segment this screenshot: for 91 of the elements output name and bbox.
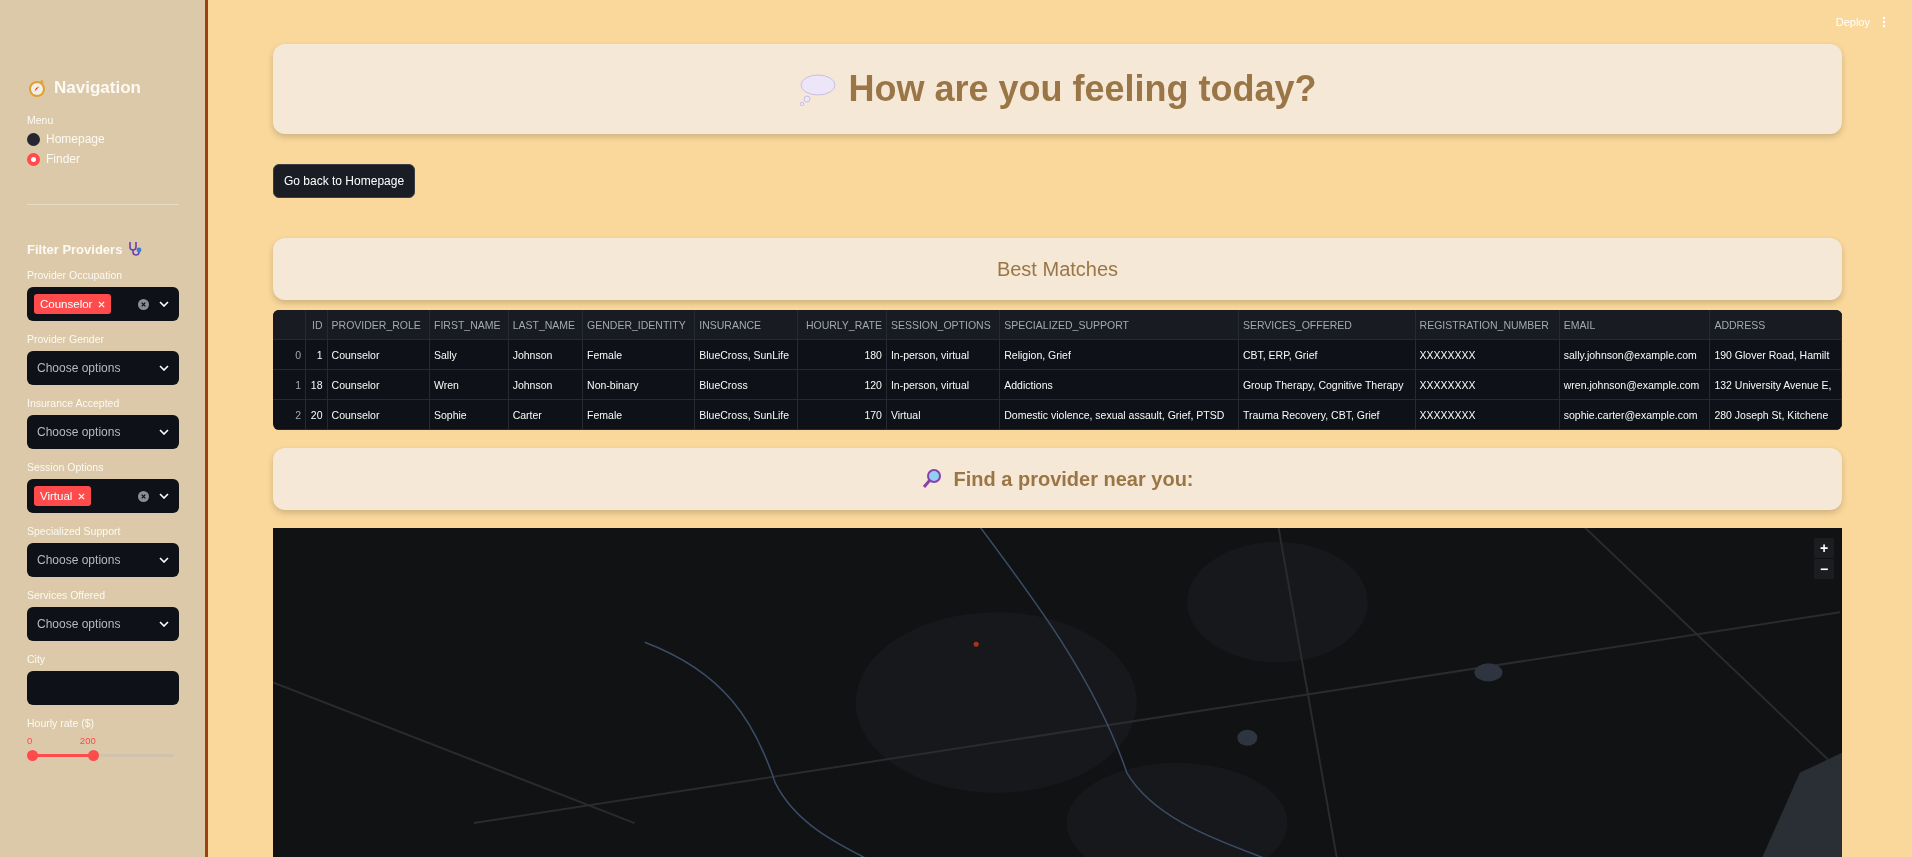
table-cell: Counselor — [331, 378, 380, 391]
table-cell: CBT, ERP, Grief — [1242, 348, 1318, 361]
field-label: City — [27, 653, 47, 665]
sidebar-title: Navigation — [54, 78, 141, 98]
row-index: 2 — [295, 408, 301, 421]
stethoscope-icon — [127, 241, 144, 257]
table-cell: Counselor — [331, 348, 380, 361]
table-cell: XXXXXXXX — [1419, 348, 1476, 361]
remove-icon[interactable] — [98, 300, 106, 308]
field-label: Insurance Accepted — [27, 397, 121, 409]
chevron-icon[interactable] — [159, 493, 169, 499]
field-label: Provider Gender — [27, 333, 106, 345]
table-cell: 20 — [310, 408, 323, 421]
chevron-icon[interactable] — [159, 429, 169, 435]
table-cell: Female — [587, 348, 623, 361]
row-index: 1 — [295, 378, 301, 391]
slider-thumb[interactable] — [87, 750, 99, 761]
section-title: Find a provider near you: — [953, 467, 1194, 491]
table-cell: In-person, virtual — [890, 378, 970, 391]
remove-icon[interactable] — [78, 492, 86, 500]
filter-title: Filter Providers — [27, 241, 123, 257]
zoom-in-button[interactable]: + — [1814, 538, 1834, 558]
row-index: 0 — [295, 348, 301, 361]
multiselect-field[interactable]: Choose options — [27, 351, 179, 385]
field-label: Provider Occupation — [27, 269, 124, 281]
slider-min-value: 0 — [27, 735, 33, 746]
table-cell: Virtual — [890, 408, 921, 421]
compass-icon — [27, 78, 47, 98]
multiselect-field[interactable]: Choose options — [27, 415, 179, 449]
table-cell: Carter — [512, 408, 542, 421]
table-cell: Female — [587, 408, 623, 421]
chevron-icon[interactable] — [159, 621, 169, 627]
field-label: Specialized Support — [27, 525, 122, 537]
table-cell: Group Therapy, Cognitive Therapy — [1242, 378, 1404, 391]
map[interactable]: + − — [273, 528, 1842, 857]
thought-bubble-icon — [798, 72, 839, 106]
section-title: Best Matches — [996, 257, 1119, 281]
table-cell: 280 Joseph St, Kitchene — [1714, 408, 1829, 421]
multiselect-field[interactable]: Choose options — [27, 543, 179, 577]
city-input-field[interactable] — [27, 671, 179, 705]
table-cell: 132 University Avenue E, — [1714, 378, 1832, 391]
table-cell: XXXXXXXX — [1419, 378, 1476, 391]
table-cell: Addictions — [1004, 378, 1053, 391]
table-cell: 190 Glover Road, Hamilt — [1714, 348, 1830, 361]
table-cell: BlueCross, SunLife — [699, 348, 790, 361]
table-cell: BlueCross, SunLife — [699, 408, 790, 421]
radio-button[interactable] — [27, 132, 40, 146]
table-cell: BlueCross — [699, 378, 748, 391]
table-cell: XXXXXXXX — [1419, 408, 1476, 421]
magnifier-icon — [921, 468, 944, 490]
table-cell: Counselor — [331, 408, 380, 421]
menu-label: Menu — [27, 114, 55, 126]
clear-icon[interactable] — [138, 298, 149, 310]
table-cell: Sophie — [433, 408, 467, 421]
placeholder-text: Choose options — [36, 617, 121, 631]
table-cell: Trauma Recovery, CBT, Grief — [1242, 408, 1380, 421]
table-cell: wren.johnson@example.com — [1563, 378, 1700, 391]
table-cell: 18 — [310, 378, 323, 391]
column-header[interactable]: EMAIL — [1563, 318, 1596, 331]
table-cell: sophie.carter@example.com — [1563, 408, 1698, 421]
back-button[interactable]: Go back to Homepage — [273, 164, 416, 198]
table-cell: Sally — [433, 348, 457, 361]
table-cell: 170 — [864, 408, 882, 421]
page-title: How are you feeling today? — [848, 68, 1317, 110]
placeholder-text: Choose options — [36, 553, 121, 567]
table-cell: Johnson — [512, 378, 553, 391]
placeholder-text: Choose options — [36, 361, 121, 375]
table-cell: Religion, Grief — [1004, 348, 1071, 361]
table-cell: Johnson — [512, 348, 553, 361]
field-label: Hourly rate ($) — [27, 717, 96, 729]
table-cell: Non-binary — [587, 378, 639, 391]
table-cell: Domestic violence, sexual assault, Grief, PTSD — [1004, 408, 1225, 421]
placeholder-text: Choose options — [36, 425, 121, 439]
column-header[interactable]: ADDRESS — [1714, 318, 1766, 331]
table-cell: 180 — [864, 348, 882, 361]
table-cell: sally.johnson@example.com — [1563, 348, 1697, 361]
radio-button[interactable] — [27, 152, 40, 166]
chevron-icon[interactable] — [159, 301, 169, 307]
table-cell: In-person, virtual — [890, 348, 970, 361]
chevron-icon[interactable] — [159, 365, 169, 371]
field-label: Services Offered — [27, 589, 106, 601]
slider-thumb[interactable] — [27, 750, 38, 761]
table-cell: 120 — [864, 378, 882, 391]
table-cell: 1 — [316, 348, 323, 361]
field-label: Session Options — [27, 461, 105, 473]
slider-max-value: 200 — [79, 735, 96, 746]
zoom-out-button[interactable]: − — [1814, 559, 1834, 579]
chevron-icon[interactable] — [159, 557, 169, 563]
clear-icon[interactable] — [138, 490, 149, 502]
multiselect-field[interactable]: Choose options — [27, 607, 179, 641]
table-cell: Wren — [433, 378, 459, 391]
